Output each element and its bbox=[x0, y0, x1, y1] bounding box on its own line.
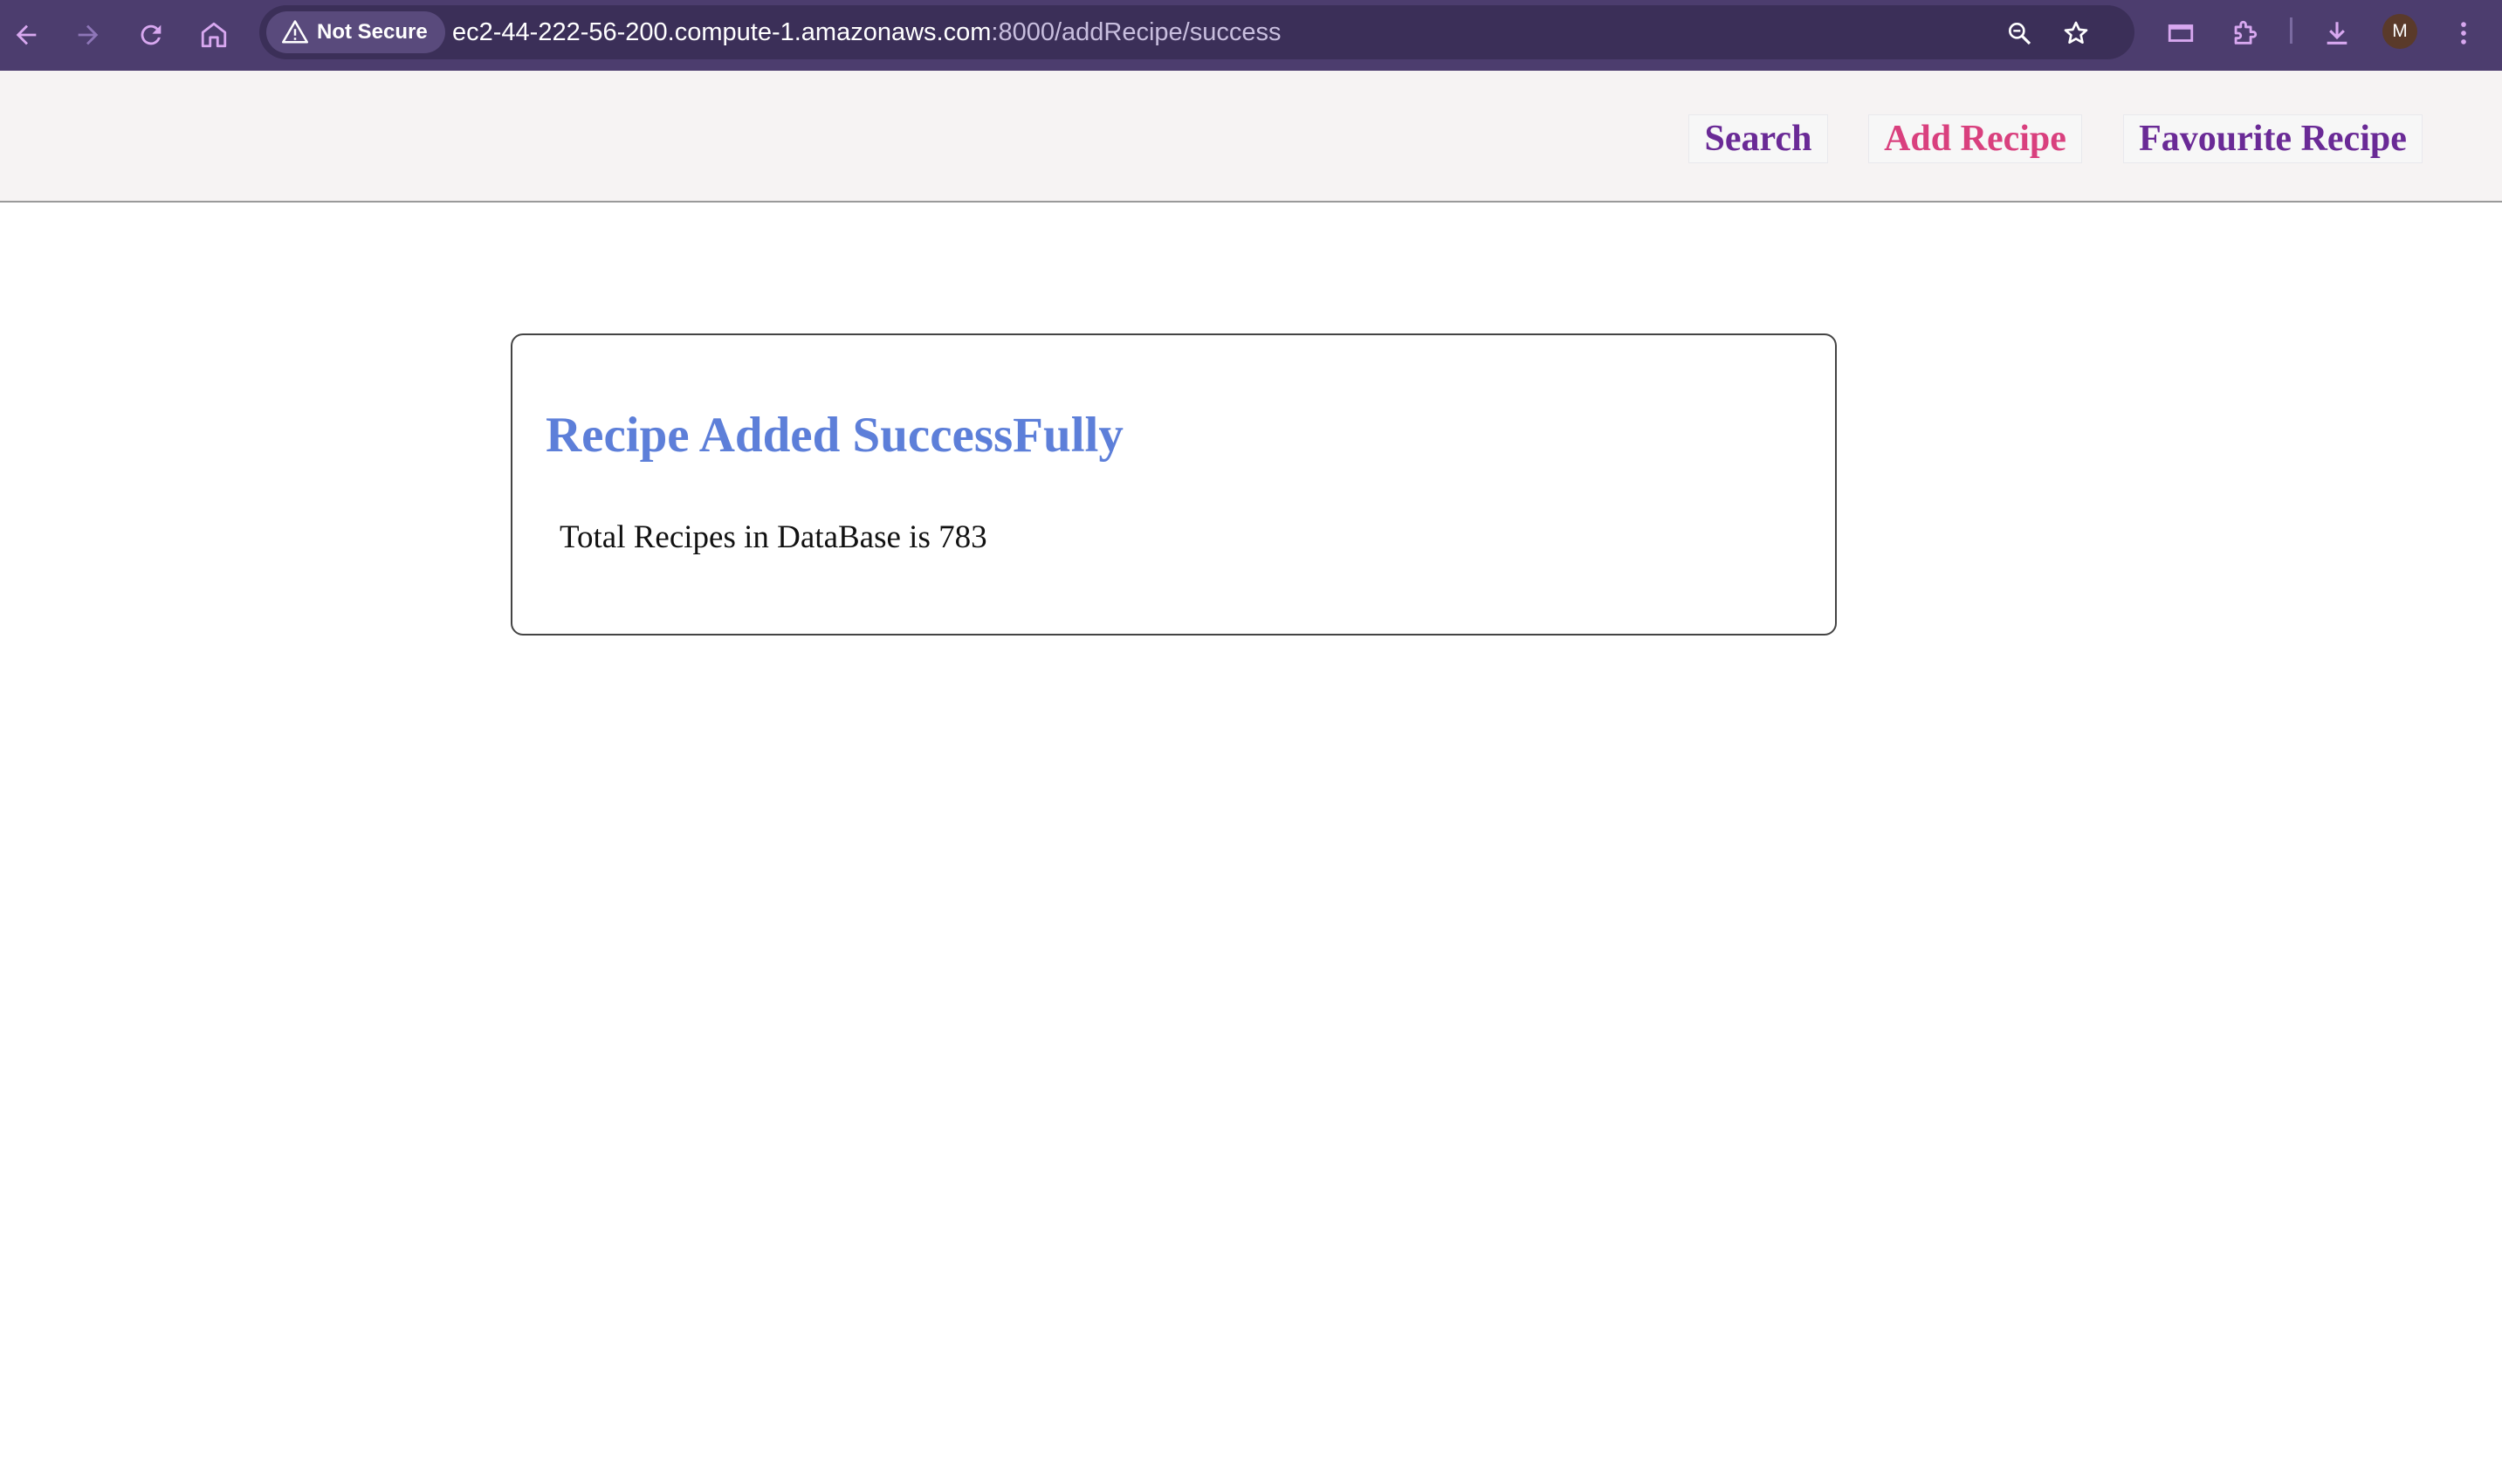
browser-menu-button[interactable] bbox=[2443, 12, 2485, 54]
back-arrow-icon bbox=[16, 24, 37, 45]
tab-search-button[interactable] bbox=[2160, 12, 2202, 54]
nav-add-recipe-link[interactable]: Add Recipe bbox=[1868, 114, 2082, 163]
zoom-button[interactable] bbox=[2002, 16, 2037, 51]
download-icon bbox=[2327, 22, 2347, 45]
extensions-button[interactable] bbox=[2224, 12, 2265, 54]
reload-icon bbox=[141, 24, 162, 45]
toolbar-divider bbox=[2290, 17, 2292, 44]
address-bar[interactable]: Not Secure ec2-44-222-56-200.compute-1.a… bbox=[259, 5, 2134, 59]
warning-icon bbox=[282, 20, 308, 44]
forward-button[interactable] bbox=[65, 12, 111, 58]
browser-toolbar: Not Secure ec2-44-222-56-200.compute-1.a… bbox=[0, 0, 2502, 71]
back-button[interactable] bbox=[3, 12, 49, 58]
security-chip[interactable]: Not Secure bbox=[266, 11, 445, 53]
nav-search-link[interactable]: Search bbox=[1688, 114, 1828, 163]
zoom-icon bbox=[2009, 22, 2031, 45]
kebab-menu-icon bbox=[2461, 22, 2466, 45]
forward-arrow-icon bbox=[78, 24, 99, 45]
home-icon bbox=[201, 22, 227, 48]
profile-avatar[interactable]: M bbox=[2382, 14, 2417, 49]
extensions-puzzle-icon bbox=[2234, 20, 2258, 45]
recipe-count-message: Total Recipes in DataBase is 783 bbox=[560, 519, 987, 555]
downloads-button[interactable] bbox=[2316, 12, 2358, 54]
tab-search-icon bbox=[2168, 24, 2194, 42]
url-text[interactable]: ec2-44-222-56-200.compute-1.amazonaws.co… bbox=[452, 17, 1282, 47]
reload-button[interactable] bbox=[128, 12, 174, 58]
url-host: ec2-44-222-56-200.compute-1.amazonaws.co… bbox=[452, 18, 992, 46]
bookmark-star-icon bbox=[2064, 21, 2088, 44]
bookmark-button[interactable] bbox=[2059, 16, 2093, 51]
success-title: Recipe Added SuccessFully bbox=[546, 408, 1124, 463]
success-card: Recipe Added SuccessFully Total Recipes … bbox=[511, 333, 1837, 636]
nav-favourite-recipe-link[interactable]: Favourite Recipe bbox=[2123, 114, 2423, 163]
home-button[interactable] bbox=[191, 12, 237, 58]
security-label: Not Secure bbox=[317, 20, 428, 44]
url-path: :8000/addRecipe/success bbox=[991, 18, 1282, 46]
site-header: Search Add Recipe Favourite Recipe bbox=[0, 71, 2502, 203]
